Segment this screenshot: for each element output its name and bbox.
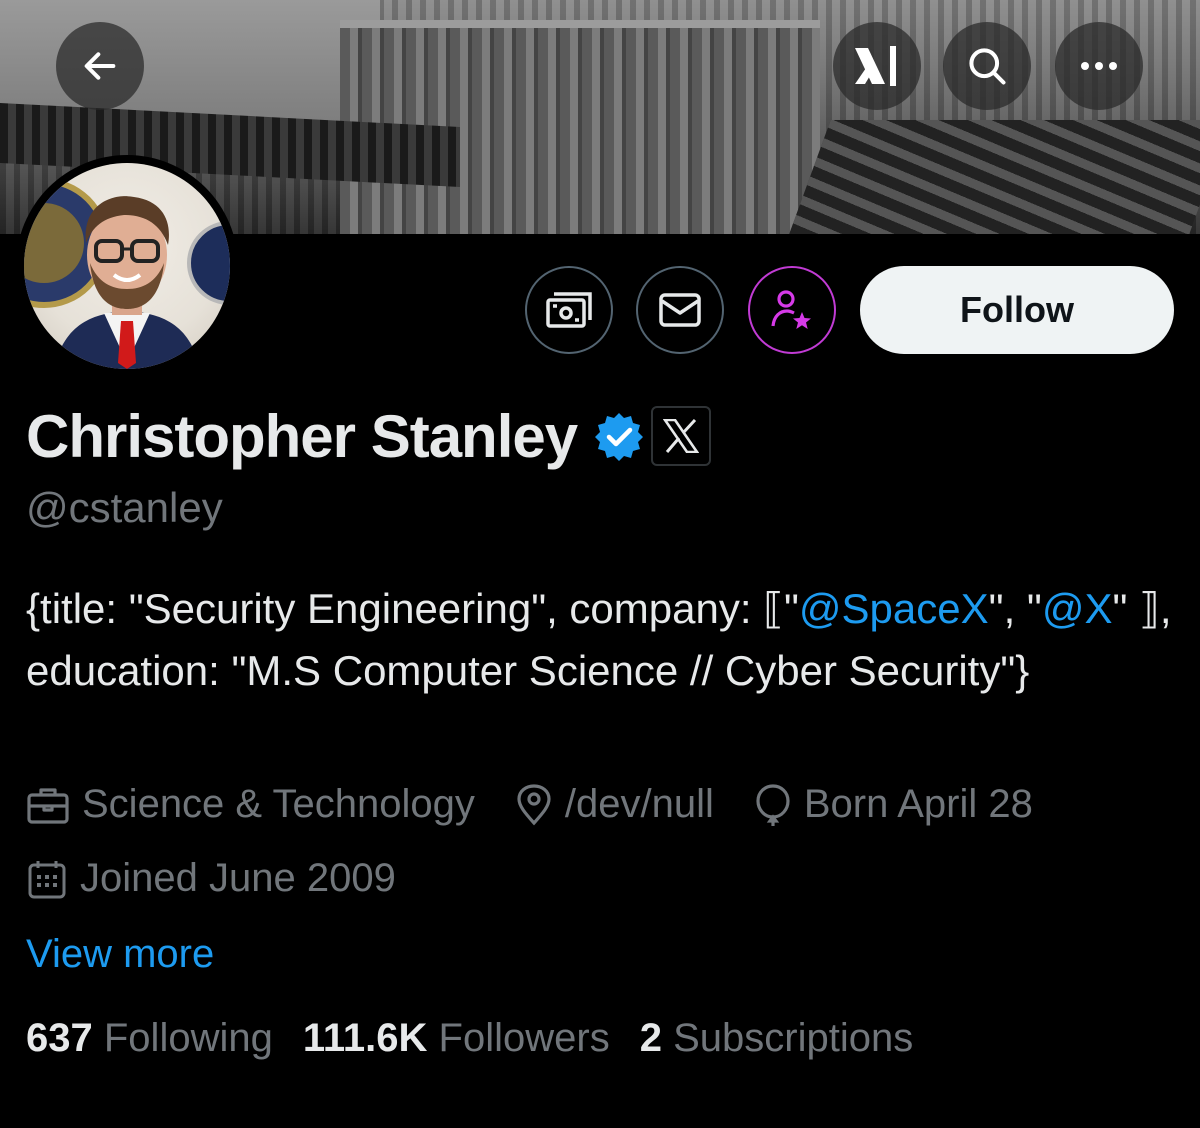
money-icon [546,292,592,328]
following-label: Following [103,1016,273,1060]
following-stat[interactable]: 637 Following [26,1016,273,1061]
search-button[interactable] [943,22,1031,110]
envelope-icon [659,293,701,327]
mention-link[interactable]: @X [1042,585,1113,632]
subscriptions-stat[interactable]: 2 Subscriptions [640,1016,914,1061]
arrow-left-icon [84,52,116,80]
grok-button[interactable] [833,22,921,110]
category-label: Science & Technology [82,782,475,826]
followers-label: Followers [438,1016,610,1060]
balloon-icon [756,783,790,826]
verified-badge-icon[interactable] [593,410,645,462]
subscribe-button[interactable] [748,266,836,354]
message-button[interactable] [636,266,724,354]
location-label: /dev/null [564,782,714,826]
joined-item: Joined June 2009 [26,856,396,901]
view-more-link[interactable]: View more [26,932,214,977]
calendar-icon [28,860,66,898]
display-name: Christopher Stanley [26,402,578,470]
followers-count: 111.6K [302,1016,428,1060]
joined-label: Joined June 2009 [80,856,396,900]
bio-text: {title: "Security Engineering", company:… [26,585,799,632]
location-pin-icon [517,783,551,825]
category-item: Science & Technology [26,782,475,827]
following-count: 637 [26,1016,93,1060]
more-button[interactable] [1055,22,1143,110]
profile-bio: {title: "Security Engineering", company:… [26,578,1176,702]
x-logo-icon [663,419,700,453]
tip-button[interactable] [525,266,613,354]
mention-link[interactable]: @SpaceX [799,585,989,632]
person-star-icon [771,290,811,329]
back-button[interactable] [56,22,144,110]
avatar-image [24,163,230,369]
bio-text: ", " [988,585,1042,632]
affiliation-badge[interactable] [651,406,712,466]
follow-stats: 637 Following 111.6K Followers 2 Subscri… [26,1016,943,1061]
followers-stat[interactable]: 111.6K Followers [303,1016,610,1061]
birthday-label: Born April 28 [803,782,1033,826]
username-handle: @cstanley [26,484,223,531]
xai-logo-icon [855,46,896,86]
profile-meta: Science & Technology /dev/null Born Apri… [26,782,1073,827]
subscriptions-label: Subscriptions [673,1016,914,1060]
briefcase-icon [27,787,69,824]
follow-button[interactable]: Follow [860,266,1174,354]
profile-avatar[interactable] [16,155,238,377]
birthday-item: Born April 28 [754,782,1033,827]
search-icon [969,48,1006,85]
profile-meta-joined: Joined June 2009 [26,856,436,901]
location-item: /dev/null [515,782,714,827]
more-horizontal-icon [1081,62,1117,70]
subscriptions-count: 2 [639,1016,662,1060]
name-row: Christopher Stanley [26,398,712,474]
